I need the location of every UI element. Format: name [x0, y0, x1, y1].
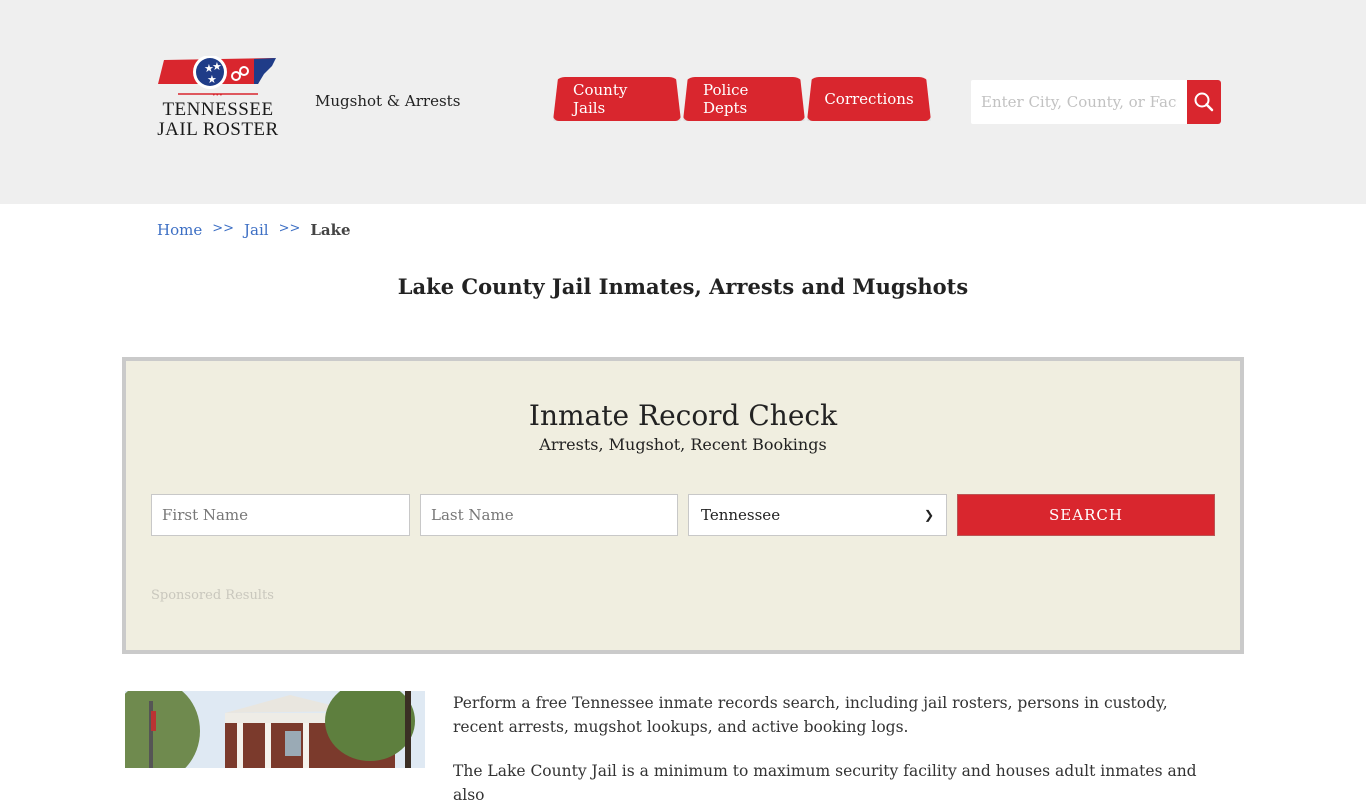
svg-text:★: ★	[207, 73, 217, 86]
chevron-down-icon: ❯	[923, 508, 934, 522]
breadcrumb-current: Lake	[310, 221, 351, 239]
site-search	[971, 80, 1221, 124]
record-search-button[interactable]: SEARCH	[957, 494, 1215, 536]
logo-line1: TENNESSEE	[162, 99, 274, 120]
intro-paragraph: Perform a free Tennessee inmate records …	[453, 694, 1168, 736]
site-logo[interactable]: ★ ★ ★ ••• TENNESSEE JAIL ROSTER	[154, 55, 282, 146]
main-nav: County Jails Police Depts Corrections	[553, 77, 933, 121]
page-title: Lake County Jail Inmates, Arrests and Mu…	[397, 274, 969, 299]
state-select[interactable]: Tennessee ❯	[688, 494, 947, 536]
site-header: ★ ★ ★ ••• TENNESSEE JAIL ROSTER Mugshot …	[0, 0, 1366, 204]
record-check-title: Inmate Record Check	[528, 399, 838, 432]
nav-tab-corrections[interactable]: Corrections	[807, 77, 931, 121]
inmate-record-check-panel: Inmate Record Check Arrests, Mugshot, Re…	[122, 357, 1244, 654]
nav-tab-county-jails[interactable]: County Jails	[553, 77, 681, 121]
breadcrumb-jail[interactable]: Jail	[244, 221, 269, 239]
breadcrumb: Home >> Jail >> Lake	[157, 221, 351, 239]
tennessee-map-icon: ★ ★ ★ •••	[158, 55, 276, 99]
jail-building-photo	[125, 691, 425, 768]
svg-text:•••: •••	[212, 92, 223, 99]
last-name-input[interactable]	[420, 494, 678, 536]
breadcrumb-home[interactable]: Home	[157, 221, 202, 239]
svg-text:★: ★	[212, 60, 222, 73]
site-search-input[interactable]	[971, 80, 1187, 124]
sponsored-results-label: Sponsored Results	[151, 588, 274, 603]
logo-line2: JAIL ROSTER	[157, 119, 279, 140]
search-icon	[1194, 92, 1214, 112]
record-check-subtitle: Arrests, Mugshot, Recent Bookings	[539, 435, 827, 454]
site-search-button[interactable]	[1187, 80, 1221, 124]
logo-text: TENNESSEE JAIL ROSTER	[154, 100, 282, 140]
building-image	[125, 691, 425, 768]
first-name-input[interactable]	[151, 494, 410, 536]
site-tagline: Mugshot & Arrests	[315, 92, 461, 110]
facility-paragraph: The Lake County Jail is a minimum to max…	[453, 762, 1197, 804]
nav-tab-police-depts[interactable]: Police Depts	[683, 77, 805, 121]
breadcrumb-separator: >>	[212, 221, 235, 236]
breadcrumb-separator: >>	[278, 221, 301, 236]
state-select-value: Tennessee	[701, 506, 781, 524]
